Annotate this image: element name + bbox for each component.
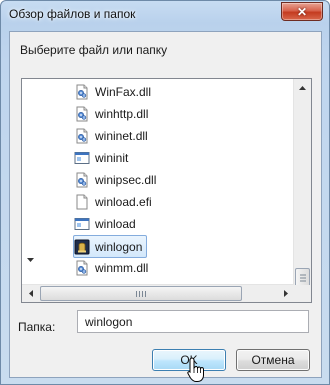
horizontal-scroll-thumb[interactable] [40,286,242,301]
arrow-right-icon [283,290,288,297]
file-tree[interactable]: WinFax.dll winhttp.dll wininet.dll wininit w… [21,78,312,303]
tree-item[interactable]: winload [74,213,140,234]
prompt-text: Выберите файл или папку [20,43,168,57]
tree-item[interactable]: winload.efi [74,191,156,212]
tree-item-label: winipsec.dll [95,172,157,187]
exe-app-icon [74,150,90,166]
folder-label: Папка: [18,320,56,334]
tree-item-label: winload [95,216,136,231]
close-button[interactable]: ✕ [281,2,323,21]
close-icon: ✕ [296,4,308,19]
title-bar[interactable]: Обзор файлов и папок ✕ [1,1,329,27]
arrow-up-icon [299,85,306,90]
tree-item[interactable]: wininet.dll [74,125,152,146]
scroll-corner [294,285,311,302]
folder-input[interactable] [77,310,309,333]
scroll-right-button[interactable] [277,285,294,302]
tree-item[interactable]: winipsec.dll [74,169,160,190]
tree-item[interactable]: winmm.dll [74,257,152,278]
scroll-down-button[interactable] [22,251,39,268]
tree-item[interactable]: wininit [74,147,132,168]
blank-file-icon [74,194,90,210]
tree-item-label: winmm.dll [95,260,149,275]
dll-file-icon [74,260,90,276]
cancel-button[interactable]: Отмена [236,349,310,371]
vertical-scrollbar[interactable] [293,79,311,287]
tree-item[interactable]: WinFax.dll [74,81,155,102]
dll-file-icon [74,172,90,188]
tree-item-label: WinFax.dll [95,84,152,99]
tree-item-label: winhttp.dll [95,106,149,121]
scroll-up-button[interactable] [294,79,311,96]
tree-item-label: wininit [95,150,129,165]
arrow-left-icon [28,290,33,297]
dll-file-icon [74,106,90,122]
dll-file-icon [74,128,90,144]
scroll-left-button[interactable] [22,285,39,302]
tree-list: WinFax.dll winhttp.dll wininet.dll wininit w… [22,79,294,285]
browse-dialog: Обзор файлов и папок ✕ Выберите файл или… [0,0,330,385]
tree-item[interactable]: winhttp.dll [74,103,152,124]
dll-file-icon [74,84,90,100]
arrow-down-icon [27,257,34,262]
exe-app-icon [74,216,90,232]
winlogon-app-icon [74,239,90,255]
tree-item[interactable]: winlogon [73,235,148,258]
tree-item-label: winlogon [95,239,143,254]
tree-item-label: winload.efi [95,194,152,209]
dialog-body: Выберите файл или папку WinFax.dll winhtt… [9,31,322,378]
horizontal-scrollbar[interactable] [22,284,294,302]
tree-item-label: wininet.dll [95,128,148,143]
window-title: Обзор файлов и папок [9,7,136,21]
hand-cursor-icon [187,357,204,382]
